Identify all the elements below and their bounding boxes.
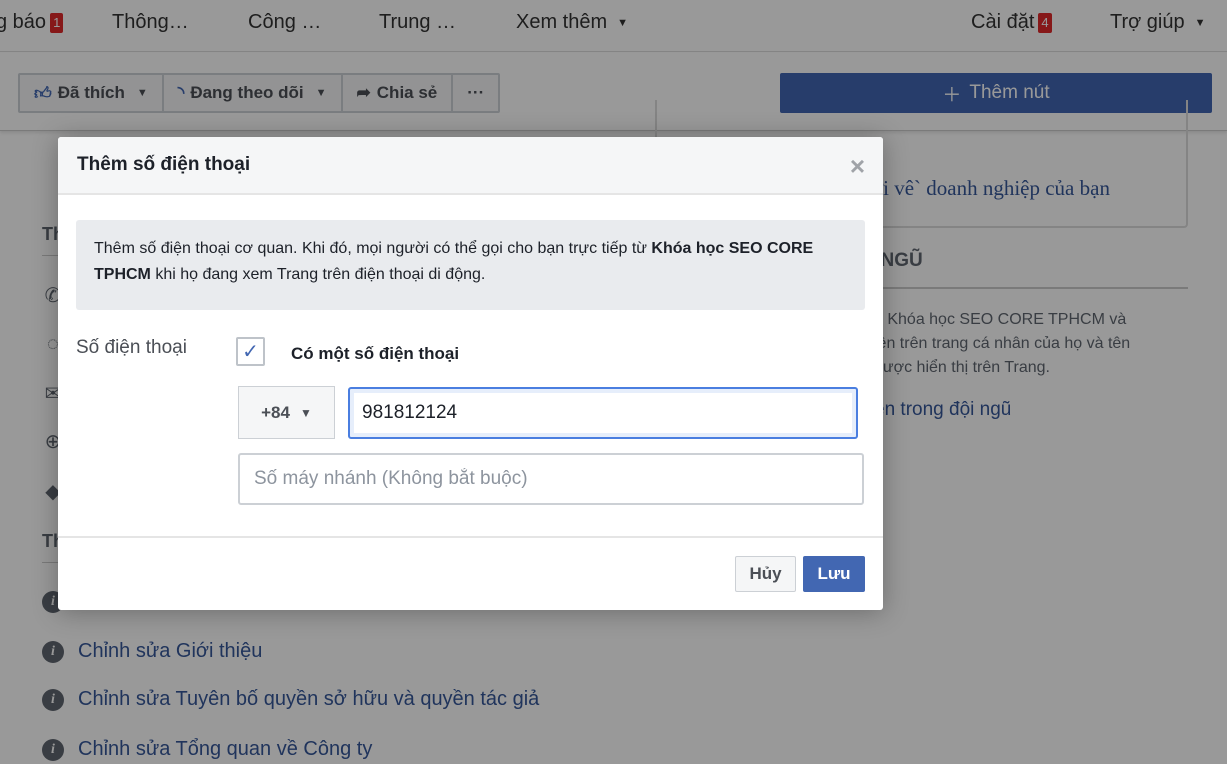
caret-down-icon: ▼ — [299, 405, 312, 420]
close-icon[interactable]: × — [850, 151, 865, 182]
info-text: Thêm số điện thoại cơ quan. Khi đó, mọi … — [94, 240, 652, 257]
info-text: khi họ đang xem Trang trên điện thoại di… — [150, 266, 486, 283]
phone-input[interactable] — [348, 387, 858, 439]
save-button[interactable]: Lưu — [803, 556, 865, 592]
cancel-button[interactable]: Hủy — [735, 556, 796, 592]
country-code-select[interactable]: +84 ▼ — [238, 386, 335, 439]
has-phone-checkbox[interactable]: ✓ — [236, 337, 265, 366]
dialog-title: Thêm số điện thoại — [77, 154, 251, 175]
add-phone-dialog: Thêm số điện thoại × Thêm số điện thoại … — [58, 137, 883, 610]
phone-field-label: Số điện thoại — [76, 337, 187, 358]
extension-input[interactable] — [238, 453, 864, 505]
check-icon: ✓ — [242, 341, 259, 363]
dialog-header: Thêm số điện thoại × — [58, 137, 883, 195]
country-code-value: +84 — [261, 402, 290, 422]
checkbox-label[interactable]: Có một số điện thoại — [291, 344, 459, 364]
dialog-footer: Hủy Lưu — [58, 536, 883, 610]
info-box: Thêm số điện thoại cơ quan. Khi đó, mọi … — [76, 220, 865, 310]
